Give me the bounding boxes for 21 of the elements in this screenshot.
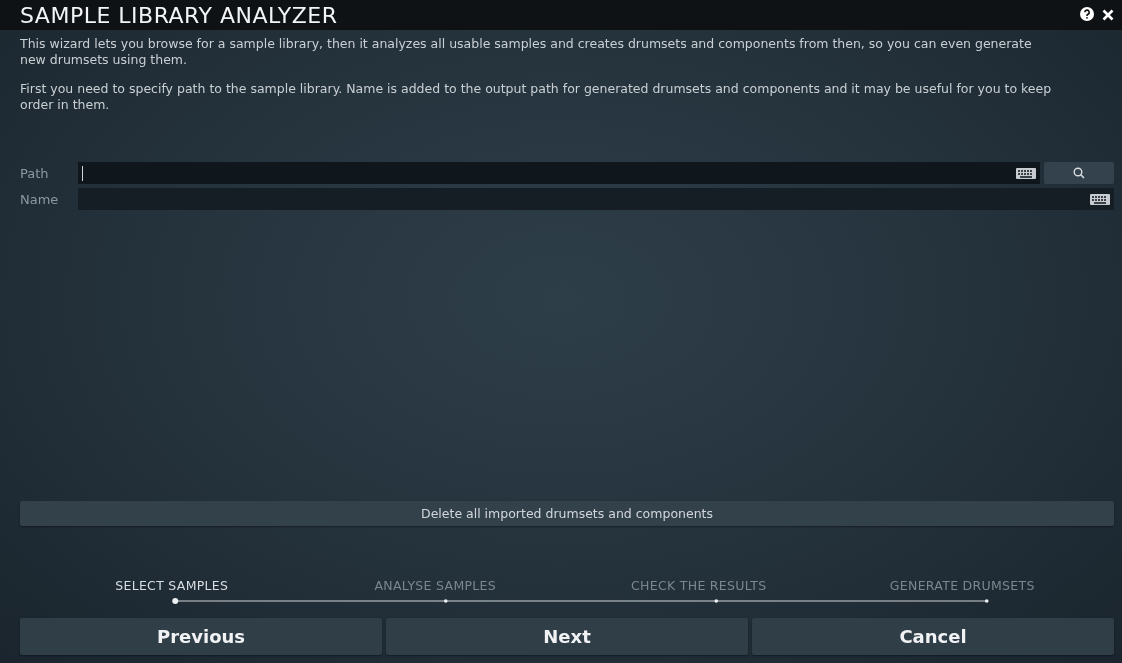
search-button[interactable] (1044, 162, 1114, 184)
close-icon[interactable] (1102, 9, 1114, 21)
input-field[interactable] (78, 188, 1114, 210)
wizard-button[interactable]: Cancel (752, 618, 1114, 655)
text-cursor (82, 165, 83, 181)
wizard-button[interactable]: Next (386, 618, 748, 655)
field-label: Name (20, 191, 60, 207)
input-field[interactable] (78, 162, 1040, 184)
wizard-button[interactable]: Previous (20, 618, 382, 655)
step-label: GENERATE DRUMSETS (888, 578, 1036, 593)
description-text: This wizard lets you browse for a sample library, then it analyzes all usable samples and creates drumsets and components from then, so you can even generate new drumsets using them. (20, 36, 1033, 68)
keyboard-icon[interactable] (1090, 193, 1110, 205)
keyboard-icon[interactable] (1016, 167, 1036, 179)
step-label: CHECK THE RESULTS (630, 578, 768, 593)
step-label: ANALYSE SAMPLES (373, 578, 497, 593)
field-label: Path (20, 165, 50, 181)
step-label: SELECT SAMPLES (114, 578, 230, 593)
description-text: First you need to specify path to the sample library. Name is added to the output path for generated drumsets and components and it may be useful for you to keep order in them. (20, 81, 1053, 113)
delete-button[interactable]: Delete all imported drumsets and components (20, 501, 1114, 526)
window-title: SAMPLE LIBRARY ANALYZER (20, 2, 339, 28)
search-icon (1073, 167, 1085, 179)
